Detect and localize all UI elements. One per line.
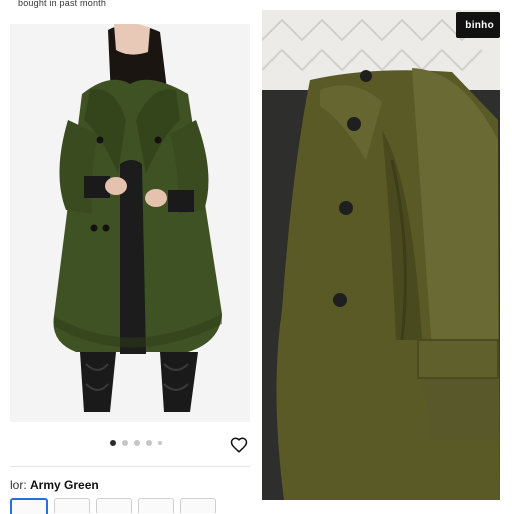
- color-swatch[interactable]: [138, 498, 174, 513]
- purchase-count-text: bought in past month: [18, 0, 107, 8]
- image-carousel-dots[interactable]: [110, 440, 162, 446]
- received-coat-photo: [262, 10, 500, 500]
- customer-review-photo[interactable]: binho: [262, 10, 500, 500]
- color-swatch[interactable]: [54, 498, 90, 513]
- section-divider: [10, 466, 250, 467]
- product-image[interactable]: [10, 24, 250, 422]
- color-swatch[interactable]: [96, 498, 132, 513]
- product-listing-panel: bought in past month lor: Army Green: [10, 0, 250, 514]
- carousel-dot[interactable]: [158, 441, 162, 445]
- color-selection-label: lor: Army Green: [10, 478, 99, 492]
- color-swatch-row: [10, 498, 250, 514]
- wishlist-heart-icon[interactable]: [230, 436, 248, 454]
- carousel-dot[interactable]: [110, 440, 116, 446]
- carousel-dot[interactable]: [146, 440, 152, 446]
- store-sign-text: binho: [465, 20, 494, 31]
- color-value: Army Green: [30, 478, 99, 492]
- carousel-dot[interactable]: [122, 440, 128, 446]
- color-label: lor:: [10, 478, 31, 492]
- color-swatch[interactable]: [180, 498, 216, 513]
- coat-model-illustration: [10, 24, 250, 422]
- carousel-dot[interactable]: [134, 440, 140, 446]
